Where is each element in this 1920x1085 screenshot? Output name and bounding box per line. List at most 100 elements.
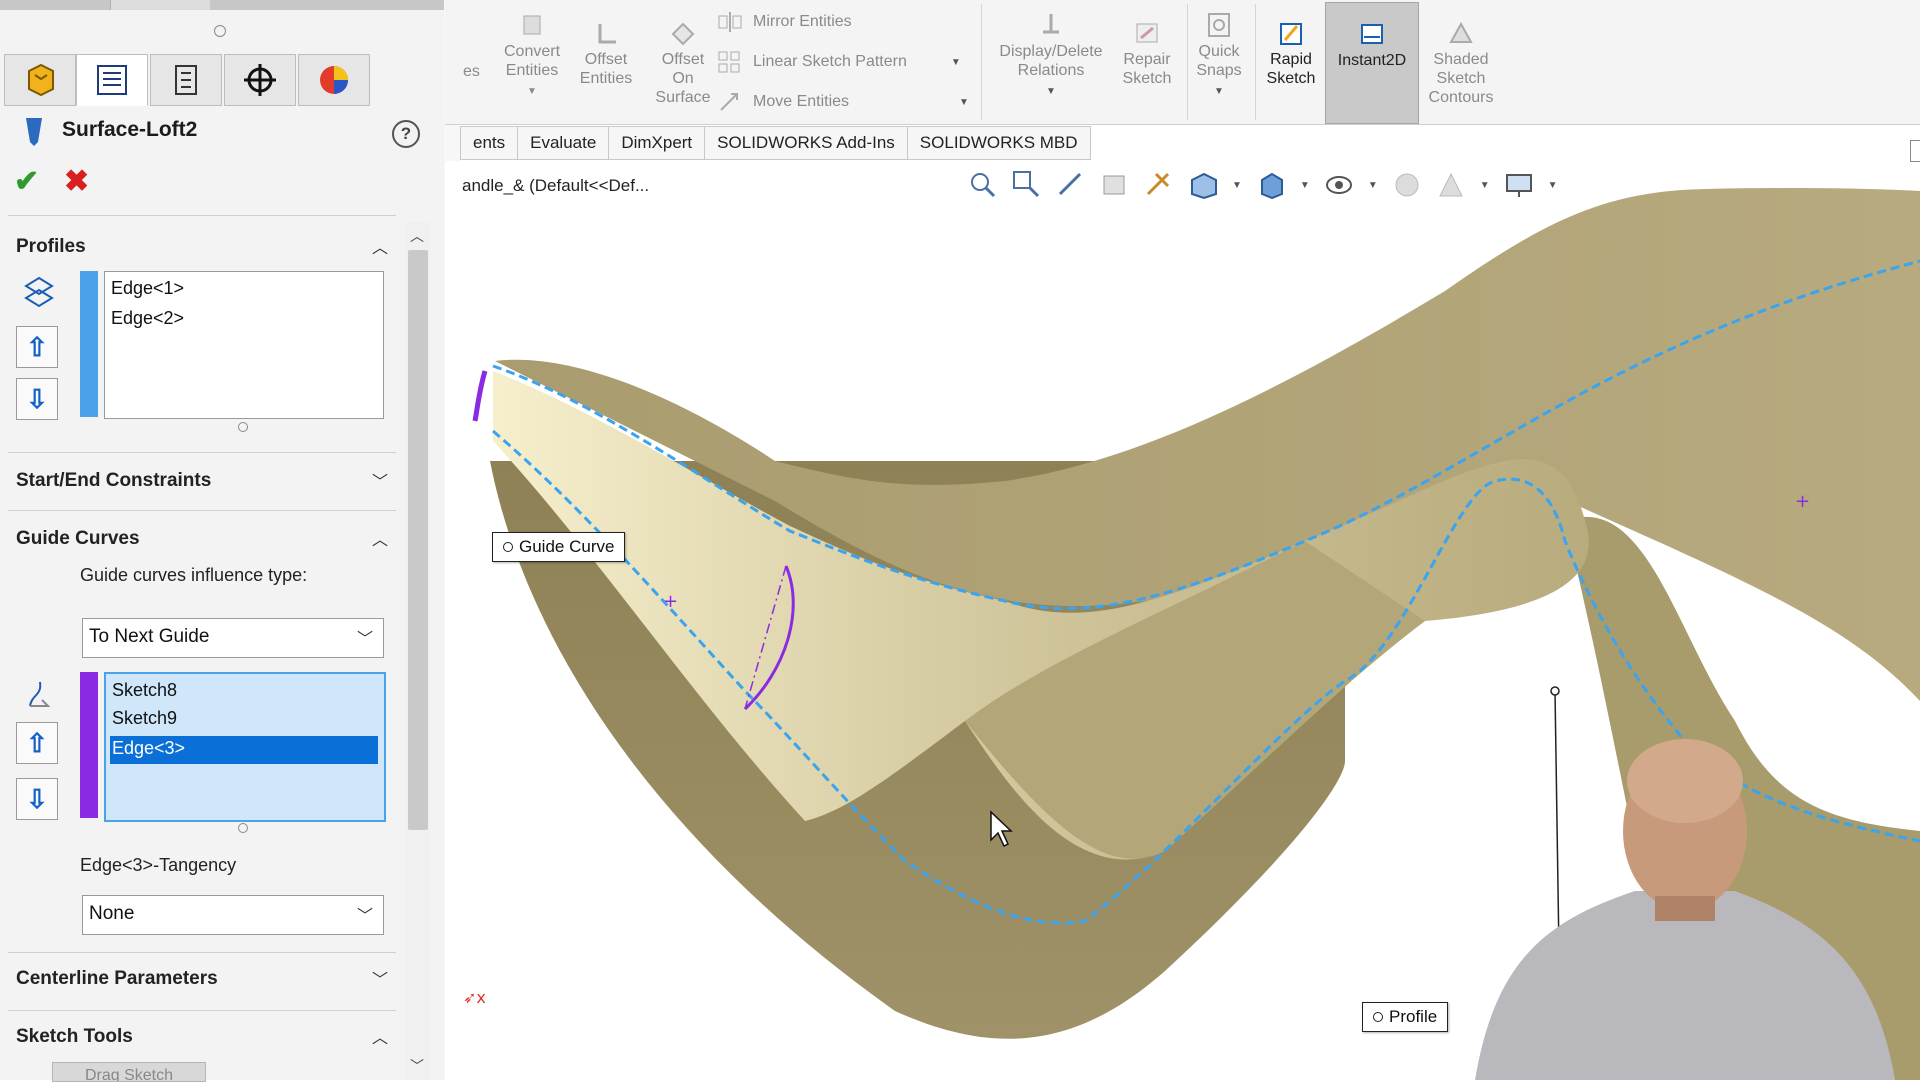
section-header-guide-curves[interactable]: Guide Curves bbox=[16, 528, 140, 550]
collapse-chevron-icon[interactable]: ︿ bbox=[372, 234, 388, 258]
dynamic-annotation-icon[interactable] bbox=[1144, 170, 1174, 200]
sketch-point-marker: + bbox=[1795, 491, 1810, 512]
property-manager: Surface-Loft2 ? ✔ ✖ Profiles ︿ Edge<1> E… bbox=[0, 0, 445, 1082]
rapid-sketch-button[interactable]: Rapid Sketch bbox=[1263, 20, 1319, 88]
tab-solidworks-mbd[interactable]: SOLIDWORKS MBD bbox=[907, 126, 1091, 160]
move-entities-button[interactable]: Move Entities ▼ bbox=[717, 90, 969, 114]
guide-curve-sketch[interactable] bbox=[472, 370, 488, 422]
checkmark-icon: ✔ bbox=[14, 165, 40, 198]
ok-button[interactable]: ✔ bbox=[14, 164, 39, 199]
mirror-entities-button[interactable]: Mirror Entities bbox=[717, 10, 852, 34]
move-up-button[interactable]: ⇧ bbox=[16, 722, 58, 764]
move-down-button[interactable]: ⇩ bbox=[16, 778, 58, 820]
display-delete-relations-button[interactable]: Display/Delete Relations ▼ bbox=[991, 12, 1111, 101]
profiles-listbox[interactable]: Edge<1> Edge<2> bbox=[104, 271, 384, 419]
section-header-sketch-tools[interactable]: Sketch Tools bbox=[16, 1026, 133, 1048]
guide-curve-callout[interactable]: Guide Curve bbox=[492, 532, 626, 562]
repair-sketch-button[interactable]: Repair Sketch bbox=[1117, 20, 1177, 88]
manager-tab[interactable] bbox=[210, 0, 321, 10]
help-icon[interactable]: ? bbox=[392, 120, 420, 148]
move-up-button[interactable]: ⇧ bbox=[16, 326, 58, 368]
resize-handle[interactable] bbox=[238, 422, 248, 432]
view-orientation-icon[interactable] bbox=[1188, 170, 1218, 200]
quick-snaps-button[interactable]: Quick Snaps ▼ bbox=[1193, 12, 1245, 101]
cancel-button[interactable]: ✖ bbox=[64, 164, 89, 199]
list-item[interactable]: Edge<2> bbox=[111, 308, 184, 329]
hide-show-items-icon[interactable] bbox=[1324, 170, 1354, 200]
collapse-chevron-icon[interactable]: ︿ bbox=[372, 1024, 388, 1048]
task-pane-toggle[interactable] bbox=[1910, 140, 1920, 162]
guide-curves-listbox[interactable]: Sketch8 Sketch9 Edge<3> bbox=[104, 672, 386, 822]
section-header-profiles[interactable]: Profiles bbox=[16, 236, 86, 258]
graphics-area[interactable]: + + ➶x bbox=[445, 161, 1920, 1080]
zoom-to-area-icon[interactable] bbox=[1012, 170, 1042, 200]
section-header-centerline-parameters[interactable]: Centerline Parameters bbox=[16, 968, 218, 990]
dropdown-arrow-icon[interactable]: ▼ bbox=[1480, 180, 1490, 191]
profile-callout[interactable]: Profile bbox=[1362, 1002, 1449, 1032]
expand-chevron-icon[interactable]: ﹀ bbox=[372, 966, 388, 990]
list-item[interactable]: Edge<1> bbox=[111, 278, 184, 299]
expand-chevron-icon[interactable]: ﹀ bbox=[372, 468, 388, 492]
button-label: Offset bbox=[584, 51, 628, 68]
tab-feature-manager[interactable] bbox=[4, 54, 76, 106]
drag-sketch-button[interactable]: Drag Sketch bbox=[52, 1062, 206, 1082]
tab-property-manager[interactable] bbox=[76, 54, 148, 106]
tab-evaluate[interactable]: Evaluate bbox=[518, 126, 610, 160]
dropdown-arrow-icon[interactable]: ▼ bbox=[951, 57, 961, 68]
dropdown-arrow-icon[interactable]: ▼ bbox=[1046, 86, 1056, 97]
resize-handle[interactable] bbox=[238, 823, 248, 833]
section-view-icon[interactable] bbox=[1100, 170, 1130, 200]
view-settings-icon[interactable] bbox=[1504, 170, 1534, 200]
ribbon-divider bbox=[981, 4, 982, 120]
manager-tab[interactable] bbox=[0, 0, 111, 10]
dropdown-arrow-icon[interactable]: ▼ bbox=[1214, 86, 1224, 97]
command-tabs: ents Evaluate DimXpert SOLIDWORKS Add-In… bbox=[460, 126, 1091, 160]
tab-solidworks-add-ins[interactable]: SOLIDWORKS Add-Ins bbox=[705, 126, 908, 160]
tab-features-partial[interactable]: ents bbox=[460, 126, 519, 160]
display-style-icon[interactable] bbox=[1256, 170, 1286, 200]
button-label: Shaded bbox=[1433, 51, 1489, 68]
button-label: Convert bbox=[503, 43, 561, 60]
convert-entities-button[interactable]: Convert Entities ▼ bbox=[495, 12, 569, 101]
tangency-dropdown[interactable]: None ﹀ bbox=[82, 895, 384, 935]
offset-on-surface-button[interactable]: Offset On Surface bbox=[643, 20, 723, 107]
dropdown-arrow-icon[interactable]: ▼ bbox=[527, 86, 537, 97]
dropdown-arrow-icon[interactable]: ▼ bbox=[1300, 180, 1310, 191]
tab-dimxpert[interactable]: DimXpert bbox=[609, 126, 706, 160]
offset-entities-button[interactable]: Offset Entities bbox=[571, 20, 641, 88]
linear-sketch-pattern-button[interactable]: Linear Sketch Pattern ▼ bbox=[717, 50, 961, 74]
scrollbar-thumb[interactable] bbox=[408, 250, 428, 830]
zoom-to-fit-icon[interactable] bbox=[968, 170, 998, 200]
tab-dimxpert-manager[interactable] bbox=[224, 54, 296, 106]
section-header-start-end-constraints[interactable]: Start/End Constraints bbox=[16, 470, 211, 492]
instant2d-button[interactable]: Instant2D bbox=[1325, 2, 1419, 124]
apply-scene-icon[interactable] bbox=[1436, 170, 1466, 200]
quick-snaps-icon bbox=[1208, 13, 1230, 37]
button-label: Contours bbox=[1428, 89, 1494, 106]
tab-configuration-manager[interactable] bbox=[150, 54, 222, 106]
presenter-image bbox=[1475, 739, 1895, 1080]
collapse-chevron-icon[interactable]: ︿ bbox=[372, 526, 388, 550]
dropdown-arrow-icon[interactable]: ▼ bbox=[959, 97, 969, 108]
splitter-handle[interactable] bbox=[214, 25, 226, 37]
scroll-down-icon[interactable]: ﹀ bbox=[410, 1056, 424, 1076]
crosshair-icon bbox=[244, 64, 276, 96]
previous-view-icon[interactable] bbox=[1056, 170, 1086, 200]
axis-triad-icon: ➶x bbox=[463, 988, 486, 1007]
dropdown-arrow-icon[interactable]: ▼ bbox=[1548, 180, 1558, 191]
configuration-manager-icon bbox=[175, 65, 197, 95]
list-item[interactable]: Sketch9 bbox=[112, 708, 177, 729]
scroll-up-icon[interactable]: ︿ bbox=[410, 226, 424, 246]
dropdown-arrow-icon[interactable]: ▼ bbox=[1232, 180, 1242, 191]
tab-display-manager[interactable] bbox=[298, 54, 370, 106]
shaded-sketch-contours-button[interactable]: Shaded Sketch Contours bbox=[1421, 20, 1501, 107]
move-down-button[interactable]: ⇩ bbox=[16, 378, 58, 420]
edit-appearance-icon[interactable] bbox=[1392, 170, 1422, 200]
manager-tab[interactable] bbox=[320, 0, 445, 10]
dropdown-arrow-icon[interactable]: ▼ bbox=[1368, 180, 1378, 191]
divider bbox=[8, 510, 396, 511]
guide-influence-dropdown[interactable]: To Next Guide ﹀ bbox=[82, 618, 384, 658]
list-item[interactable]: Sketch8 bbox=[112, 680, 177, 701]
relations-icon bbox=[1043, 14, 1059, 34]
list-item-selected[interactable]: Edge<3> bbox=[112, 738, 185, 759]
